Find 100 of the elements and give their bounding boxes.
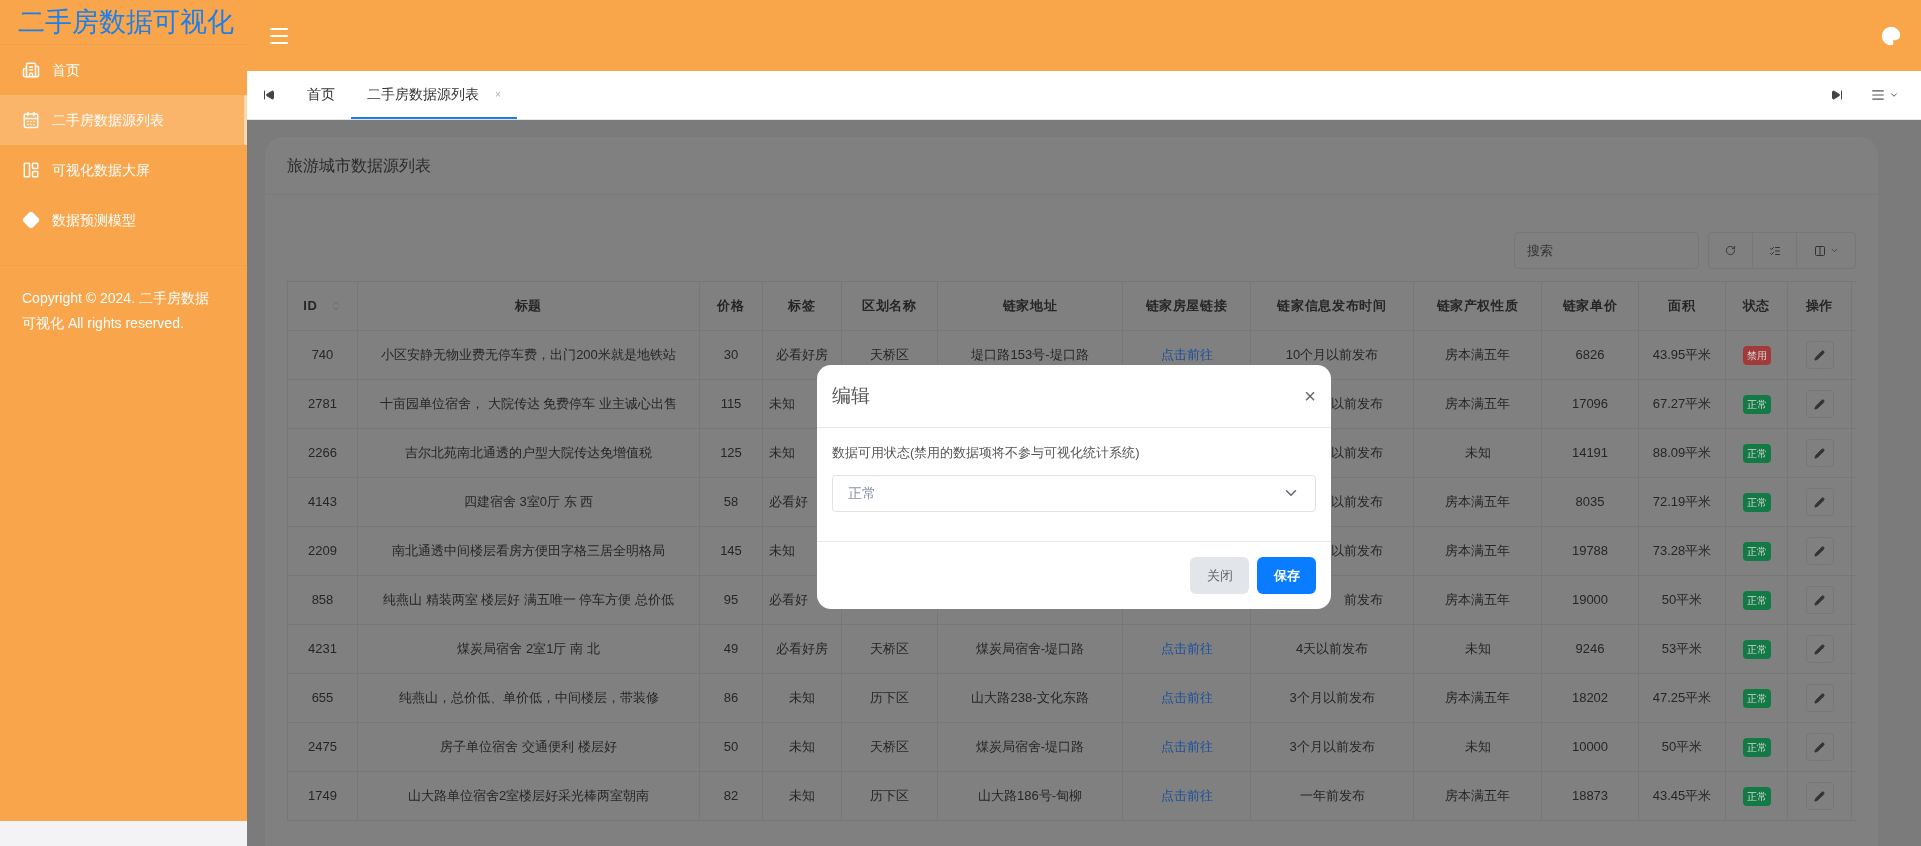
table-cell: 未知 bbox=[763, 723, 842, 771]
sidebar-item[interactable]: 二手房数据源列表 bbox=[0, 95, 247, 145]
table-cell: 8035 bbox=[1542, 478, 1639, 526]
table-cell: 未知 bbox=[1414, 625, 1542, 673]
pencil-icon bbox=[1814, 349, 1825, 361]
column-header: 链家产权性质 bbox=[1414, 282, 1542, 330]
pencil-icon bbox=[1814, 496, 1825, 508]
scroll-right-icon[interactable] bbox=[1831, 89, 1843, 101]
link[interactable]: 点击前往 bbox=[1123, 772, 1251, 820]
status-badge: 正常 bbox=[1742, 541, 1771, 561]
table-cell: 房本满五年 bbox=[1414, 576, 1542, 624]
column-header: 链家单价 bbox=[1542, 282, 1639, 330]
column-header: 标签 bbox=[763, 282, 842, 330]
edit-button[interactable] bbox=[1805, 537, 1834, 565]
scroll-left-icon[interactable] bbox=[263, 89, 275, 101]
table-cell: 天桥区 bbox=[842, 723, 938, 771]
table-cell: 125 bbox=[700, 429, 763, 477]
save-button[interactable]: 保存 bbox=[1257, 557, 1316, 594]
table-cell: 纯燕山，总价低、单价低，中间楼层，带装修 bbox=[358, 674, 700, 722]
table-cell: 房本满五年 bbox=[1414, 380, 1542, 428]
link[interactable]: 点击前往 bbox=[1123, 674, 1251, 722]
search-field[interactable]: 搜索 bbox=[1514, 232, 1699, 269]
caret-icon bbox=[1889, 90, 1899, 100]
edit-button[interactable] bbox=[1805, 684, 1834, 712]
table-cell: 4天以前发布 bbox=[1251, 625, 1414, 673]
table-cell: 9246 bbox=[1542, 625, 1639, 673]
nav-icon bbox=[22, 161, 40, 179]
tab-close[interactable]: × bbox=[495, 86, 501, 102]
table-cell: 煤炭局宿舍-堤口路 bbox=[938, 625, 1123, 673]
table-cell: 50平米 bbox=[1639, 723, 1726, 771]
tab[interactable]: 首页 bbox=[291, 71, 351, 119]
table-cell: 3个月以前发布 bbox=[1251, 674, 1414, 722]
table-cell: 房本满五年 bbox=[1414, 331, 1542, 379]
pencil-icon bbox=[1814, 545, 1825, 557]
columns-icon bbox=[1813, 244, 1826, 257]
table-cell: 43.45平米 bbox=[1639, 772, 1726, 820]
cancel-button[interactable]: 关闭 bbox=[1190, 557, 1249, 594]
column-header: 标题 bbox=[358, 282, 700, 330]
table-cell: 煤炭局宿舍 2室1厅 南 北 bbox=[358, 625, 700, 673]
close-button[interactable]: × bbox=[1304, 381, 1316, 411]
table-cell: 858 bbox=[288, 576, 358, 624]
column-header: 状态 bbox=[1726, 282, 1788, 330]
pencil-icon bbox=[1814, 643, 1825, 655]
pencil-icon bbox=[1814, 594, 1825, 606]
table-cell: 1749 bbox=[288, 772, 358, 820]
edit-button[interactable] bbox=[1805, 390, 1834, 418]
table-cell: 吉尔北苑南北通透的户型大院传达免增值税 bbox=[358, 429, 700, 477]
table-cell: 43.95平米 bbox=[1639, 331, 1726, 379]
pencil-icon bbox=[1814, 741, 1825, 753]
list-check-icon bbox=[1768, 244, 1781, 257]
edit-button[interactable] bbox=[1805, 439, 1834, 467]
column-header: 价格 bbox=[700, 282, 763, 330]
edit-button[interactable] bbox=[1805, 488, 1834, 516]
table-cell: 南北通透中间楼层看房方便田字格三居全明格局 bbox=[358, 527, 700, 575]
edit-button[interactable] bbox=[1805, 586, 1834, 614]
status-badge: 正常 bbox=[1742, 737, 1771, 757]
link[interactable]: 点击前往 bbox=[1123, 723, 1251, 771]
table-cell: 未知 bbox=[763, 674, 842, 722]
table-cell: 2266 bbox=[288, 429, 358, 477]
sidebar-item[interactable]: 可视化数据大屏 bbox=[0, 145, 247, 195]
table-cell: 十亩园单位宿舍， 大院传达 免费停车 业主诚心出售 bbox=[358, 380, 700, 428]
table-cell: 煤炭局宿舍-堤口路 bbox=[938, 723, 1123, 771]
edit-button[interactable] bbox=[1805, 782, 1834, 810]
caret-icon bbox=[1829, 246, 1839, 255]
table-cell: 95 bbox=[700, 576, 763, 624]
edit-button[interactable] bbox=[1805, 341, 1834, 369]
table-cell: 房本满五年 bbox=[1414, 772, 1542, 820]
edit-button[interactable] bbox=[1805, 635, 1834, 663]
table-cell: 未知 bbox=[763, 772, 842, 820]
column-header: 链家地址 bbox=[938, 282, 1123, 330]
table-cell: 50平米 bbox=[1639, 576, 1726, 624]
tab-menu-button[interactable] bbox=[1871, 88, 1899, 102]
palette-icon[interactable] bbox=[1881, 25, 1901, 46]
table-cell: 未知 bbox=[1414, 429, 1542, 477]
pencil-icon bbox=[1814, 790, 1825, 802]
nav-icon bbox=[22, 111, 40, 129]
link[interactable]: 点击前往 bbox=[1123, 625, 1251, 673]
table-cell: 73.28平米 bbox=[1639, 527, 1726, 575]
status-select[interactable]: 正常 bbox=[832, 474, 1316, 512]
table-cell: 房本满五年 bbox=[1414, 674, 1542, 722]
column-header: 面积 bbox=[1639, 282, 1726, 330]
table-cell: 50 bbox=[700, 723, 763, 771]
table-cell: 山大路186号-甸柳 bbox=[938, 772, 1123, 820]
table-cell: 10000 bbox=[1542, 723, 1639, 771]
column-header[interactable]: ID bbox=[288, 282, 358, 330]
sidebar-item[interactable]: 首页 bbox=[0, 45, 247, 95]
list-icon bbox=[1871, 88, 1885, 102]
table-cell: 4143 bbox=[288, 478, 358, 526]
table-cell: 历下区 bbox=[842, 772, 938, 820]
copyright-text: Copyright © 2024. 二手房数据可视化 All rights reserved. bbox=[22, 289, 210, 333]
sidebar-item[interactable]: 数据预测模型 bbox=[0, 195, 247, 245]
table-cell: 房本满五年 bbox=[1414, 527, 1542, 575]
table-cell: 必看好房 bbox=[763, 625, 842, 673]
table-cell: 18202 bbox=[1542, 674, 1639, 722]
table-cell: 6826 bbox=[1542, 331, 1639, 379]
table-cell: 740 bbox=[288, 331, 358, 379]
table-cell: 30 bbox=[700, 331, 763, 379]
status-badge: 正常 bbox=[1742, 688, 1771, 708]
edit-button[interactable] bbox=[1805, 733, 1834, 761]
table-cell: 山大路238-文化东路 bbox=[938, 674, 1123, 722]
